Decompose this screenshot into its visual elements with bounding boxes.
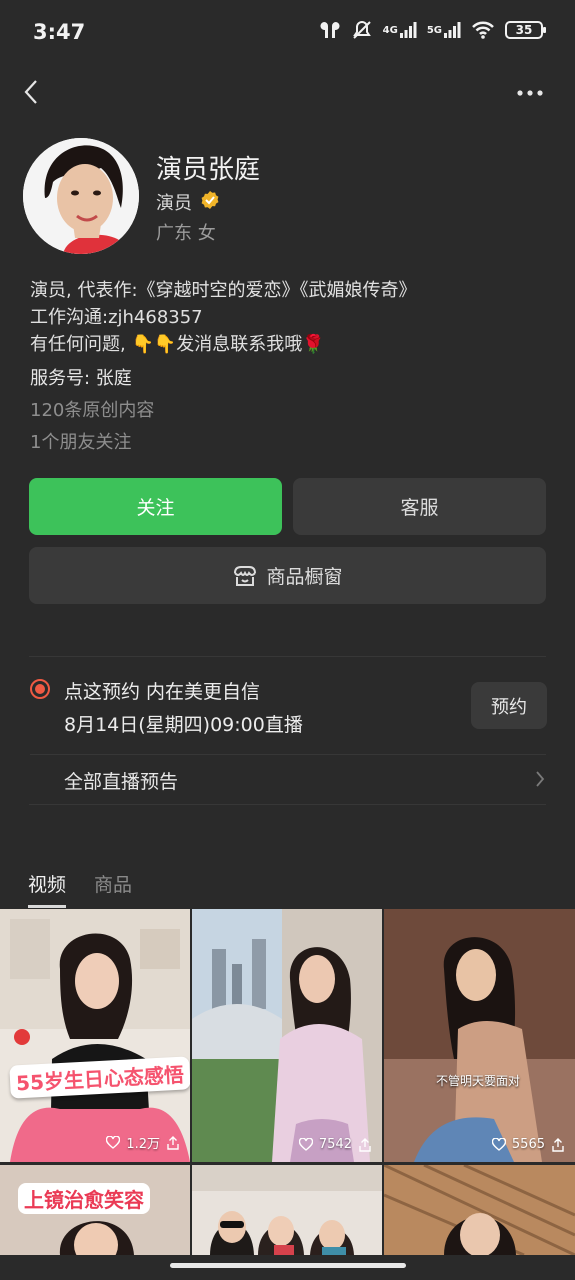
home-indicator[interactable] xyxy=(170,1263,406,1268)
verified-badge-icon xyxy=(200,190,220,215)
video-likes: 7542 xyxy=(318,1137,352,1152)
video-meta: 7542 xyxy=(298,1137,372,1152)
all-live-previews-link[interactable]: 全部直播预告 xyxy=(64,767,178,794)
divider xyxy=(29,804,546,805)
wifi-icon xyxy=(471,21,495,39)
video-tile[interactable] xyxy=(384,1165,575,1255)
share-icon[interactable] xyxy=(551,1137,565,1152)
video-grid: 55岁生日心态感悟 1.2万 7542 不管明天要面对 5565 上镜治愈笑容 xyxy=(0,909,575,1255)
follow-button[interactable]: 关注 xyxy=(29,478,282,535)
more-dots-icon xyxy=(517,90,543,96)
shop-window-label: 商品橱窗 xyxy=(266,566,343,588)
share-icon[interactable] xyxy=(358,1137,372,1152)
video-likes: 5565 xyxy=(511,1137,545,1152)
profile-role-row: 演员 xyxy=(156,189,220,215)
live-indicator-icon xyxy=(30,679,50,699)
video-likes: 1.2万 xyxy=(126,1137,160,1152)
avatar[interactable] xyxy=(23,138,139,254)
video-thumbnail xyxy=(384,1165,575,1255)
profile-name: 演员张庭 xyxy=(156,155,261,185)
shop-window-button[interactable]: 商品橱窗 xyxy=(29,547,546,604)
earbuds-icon xyxy=(319,20,341,40)
storefront-icon xyxy=(234,565,257,586)
chevron-left-icon xyxy=(24,80,37,104)
video-tile[interactable]: 55岁生日心态感悟 1.2万 xyxy=(0,909,190,1162)
video-thumbnail xyxy=(0,909,190,1162)
bio-line: 工作沟通:zjh468357 xyxy=(30,307,203,328)
tab-videos[interactable]: 视频 xyxy=(28,870,67,908)
reserve-button[interactable]: 预约 xyxy=(471,682,547,729)
signal-5g-icon: 5G xyxy=(427,22,461,38)
video-thumbnail xyxy=(384,909,575,1162)
video-tile[interactable]: 7542 xyxy=(192,909,382,1162)
friends-following-count[interactable]: 1个朋友关注 xyxy=(30,428,131,454)
video-caption: 上镜治愈笑容 xyxy=(18,1183,150,1214)
divider xyxy=(29,656,546,657)
chevron-right-icon xyxy=(535,770,545,792)
status-icons: 4G 5G 35 xyxy=(319,20,546,40)
heart-icon xyxy=(106,1136,121,1149)
mute-bell-icon xyxy=(351,20,373,40)
live-time: 8月14日(星期四)09:00直播 xyxy=(64,714,303,736)
divider xyxy=(30,754,546,755)
video-caption: 不管明天要面对 xyxy=(436,1074,521,1088)
video-tile[interactable] xyxy=(192,1165,382,1255)
follow-button-label: 关注 xyxy=(136,497,175,519)
heart-icon xyxy=(491,1138,506,1151)
status-time: 3:47 xyxy=(33,20,86,44)
video-thumbnail xyxy=(192,1165,382,1255)
signal-4g-icon: 4G xyxy=(383,22,417,38)
customer-service-label: 客服 xyxy=(400,497,439,519)
original-content-count: 120条原创内容 xyxy=(30,400,155,421)
bio-line: 有任何问题, 👇👇发消息联系我哦🌹 xyxy=(30,334,325,355)
heart-icon xyxy=(298,1138,313,1151)
tab-products[interactable]: 商品 xyxy=(94,870,132,908)
customer-service-button[interactable]: 客服 xyxy=(293,478,546,535)
profile-role: 演员 xyxy=(156,193,192,214)
video-tile[interactable]: 上镜治愈笑容 xyxy=(0,1165,190,1255)
status-bar: 3:47 4G 5G 35 xyxy=(0,0,575,66)
profile-region: 广东 女 xyxy=(156,223,216,244)
live-title[interactable]: 点这预约 内在美更自信 xyxy=(64,677,260,704)
video-thumbnail xyxy=(192,909,382,1162)
video-meta: 5565 xyxy=(491,1137,565,1152)
bio-line: 演员, 代表作:《穿越时空的爱恋》《武媚娘传奇》 xyxy=(30,280,417,301)
reserve-label: 预约 xyxy=(491,696,527,718)
battery-icon: 35 xyxy=(505,21,546,39)
video-tile[interactable]: 不管明天要面对 5565 xyxy=(384,909,575,1162)
more-button[interactable] xyxy=(515,80,545,106)
avatar-photo xyxy=(23,138,139,254)
video-meta: 1.2万 xyxy=(106,1133,180,1152)
share-icon[interactable] xyxy=(166,1135,180,1150)
back-button[interactable] xyxy=(16,76,46,108)
content-tabs: 视频 商品 xyxy=(28,870,132,908)
service-account-link[interactable]: 服务号: 张庭 xyxy=(30,364,132,390)
profile-bio: 演员, 代表作:《穿越时空的爱恋》《武媚娘传奇》 工作沟通:zjh468357 … xyxy=(30,277,550,358)
